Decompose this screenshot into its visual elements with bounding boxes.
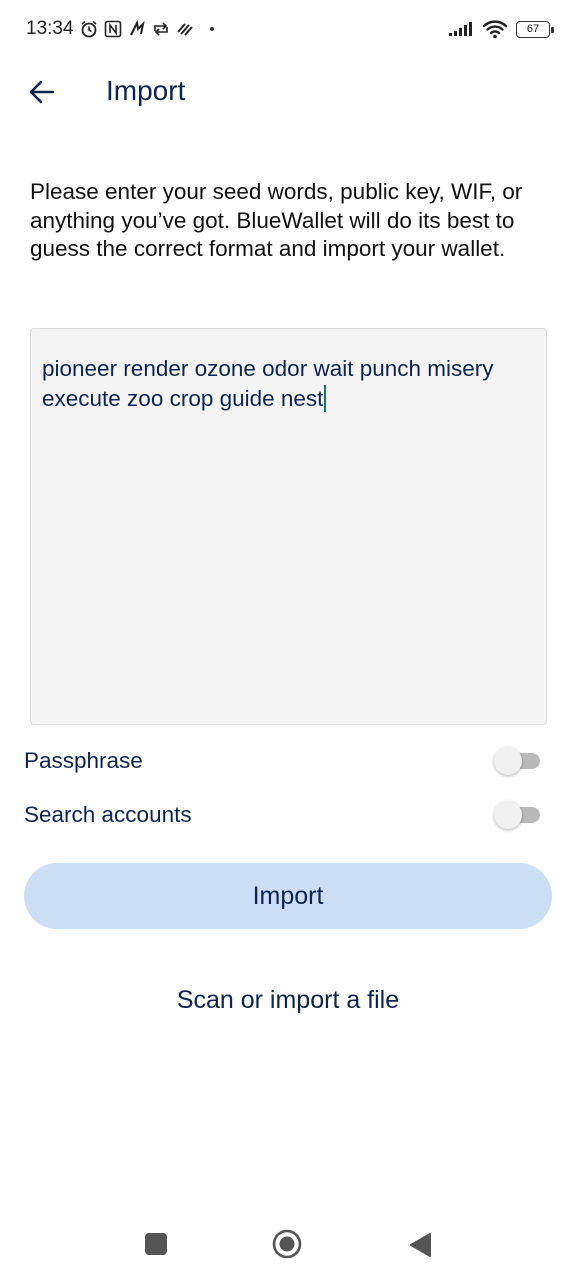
status-bar: 13:34 67 bbox=[0, 0, 576, 58]
import-button[interactable]: Import bbox=[24, 863, 552, 929]
header: Import bbox=[0, 60, 576, 124]
nfc-icon bbox=[104, 19, 122, 39]
status-time: 13:34 bbox=[26, 18, 74, 39]
recent-apps-button[interactable] bbox=[145, 1233, 167, 1255]
page-title: Import bbox=[106, 75, 186, 106]
wallet-notification-icon bbox=[176, 19, 194, 39]
sync-icon bbox=[152, 19, 170, 39]
import-screen: 13:34 67 Import Please enter your seed w… bbox=[0, 0, 576, 1280]
passphrase-row: Passphrase bbox=[24, 743, 540, 779]
status-right: 67 bbox=[448, 19, 554, 39]
alarm-icon bbox=[80, 19, 98, 39]
home-circle-icon bbox=[272, 1229, 302, 1259]
passphrase-label: Passphrase bbox=[24, 748, 143, 773]
system-back-button[interactable] bbox=[408, 1232, 432, 1258]
text-cursor bbox=[324, 384, 327, 412]
triangle-back-icon bbox=[410, 1233, 431, 1257]
scan-or-import-file-link[interactable]: Scan or import a file bbox=[0, 986, 576, 1015]
status-left: 13:34 bbox=[26, 18, 214, 40]
battery-icon: 67 bbox=[516, 20, 554, 38]
passphrase-toggle[interactable] bbox=[494, 747, 540, 775]
search-accounts-row: Search accounts bbox=[24, 797, 540, 833]
search-accounts-label: Search accounts bbox=[24, 802, 192, 827]
seed-words-input[interactable]: pioneer render ozone odor wait punch mis… bbox=[30, 328, 547, 725]
signal-icon bbox=[448, 19, 474, 39]
arrow-left-icon bbox=[29, 80, 55, 104]
search-accounts-toggle[interactable] bbox=[494, 801, 540, 829]
import-description: Please enter your seed words, public key… bbox=[30, 179, 523, 261]
wifi-icon bbox=[482, 19, 508, 39]
data-icon bbox=[128, 19, 146, 39]
toggle-thumb bbox=[494, 801, 522, 829]
back-button[interactable] bbox=[20, 70, 64, 114]
home-button[interactable] bbox=[272, 1229, 302, 1259]
more-notifications-dot bbox=[209, 27, 214, 31]
battery-level: 67 bbox=[526, 23, 540, 35]
seed-words-text: pioneer render ozone odor wait punch mis… bbox=[42, 356, 494, 412]
toggle-thumb bbox=[494, 747, 522, 775]
system-nav-bar bbox=[0, 1212, 576, 1280]
